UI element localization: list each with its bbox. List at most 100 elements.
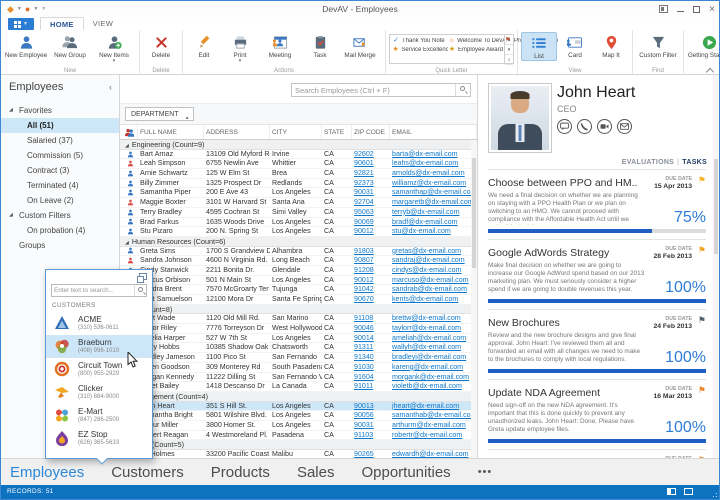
cell-zip-link[interactable]: 91011: [352, 382, 390, 391]
cell-zip-link[interactable]: 92602: [352, 150, 390, 159]
maximize-button[interactable]: [693, 6, 700, 13]
table-row[interactable]: Marcus Orbison501 N Main StLos AngelesCA…: [120, 276, 477, 286]
cell-email-link[interactable]: marcuso@dx-email.com: [390, 276, 477, 285]
cell-email-link[interactable]: arnolds@dx-email.com: [390, 169, 477, 178]
table-row[interactable]: Sandra Brent7570 McGroarty TerTujungaCA9…: [120, 285, 477, 295]
table-row[interactable]: Wally Hobbs10385 Shadow Oak DrChatsworth…: [120, 343, 477, 353]
cell-email-link[interactable]: arthurm@dx-email.com: [390, 421, 477, 430]
task-card-2[interactable]: Google AdWords StrategyDUE DATE28 Feb 20…: [488, 239, 706, 309]
grid-scrollbar[interactable]: [471, 140, 477, 458]
customer-item-ez-stop[interactable]: EZ Stop(626) 365-5633: [46, 427, 152, 450]
cell-zip-link[interactable]: 91311: [352, 343, 390, 352]
ribbon-tab-home[interactable]: HOME: [40, 17, 84, 30]
cell-email-link[interactable]: kents@dx-email.com: [390, 295, 477, 304]
sidebar-item-favorites[interactable]: ◢Favorites: [1, 103, 119, 118]
phone-button[interactable]: [577, 119, 592, 134]
cell-zip-link[interactable]: 90046: [352, 324, 390, 333]
cell-email-link[interactable]: leahs@dx-email.com: [390, 159, 477, 168]
cell-zip-link[interactable]: 90031: [352, 421, 390, 430]
group-row-sales-count-5-[interactable]: ◢Sales (Count=5): [120, 440, 477, 450]
palette-icon[interactable]: ●: [25, 5, 30, 14]
table-row[interactable]: Amelia Harper527 W 7th StLos AngelesCA90…: [120, 334, 477, 344]
service-excellence-item[interactable]: ★Service Excellence: [392, 45, 448, 54]
customer-item-clicker[interactable]: Clicker(310) 884-9000: [46, 381, 152, 404]
module-tab-employees[interactable]: Employees: [10, 464, 84, 481]
mail-merge-button[interactable]: Mail Merge: [338, 32, 382, 59]
cell-email-link[interactable]: sandraj@dx-email.com: [390, 256, 477, 265]
table-row[interactable]: Brett Wade1120 Old Mill Rd.San MarinoCA9…: [120, 314, 477, 324]
table-row[interactable]: Cindy Stanwick2211 Bonita Dr.GlendaleCA9…: [120, 266, 477, 276]
cell-email-link[interactable]: terryb@dx-email.com: [390, 208, 477, 217]
new-items-button[interactable]: New Items▼: [92, 32, 136, 63]
map-it-button[interactable]: Map It: [593, 32, 629, 59]
layout-split-icon[interactable]: [667, 488, 676, 495]
list-button[interactable]: List: [521, 32, 557, 61]
cell-zip-link[interactable]: 92373: [352, 179, 390, 188]
cell-email-link[interactable]: morgank@dx-email.com: [390, 373, 477, 382]
minimize-button[interactable]: [677, 11, 684, 12]
tab-tasks[interactable]: TASKS: [682, 159, 707, 166]
table-row[interactable]: Greta Sims1700 S Grandview Dr.AlhambraCA…: [120, 247, 477, 257]
table-row[interactable]: Bart Arnaz13109 Old Myford RdIrvineCA926…: [120, 150, 477, 160]
skin-icon[interactable]: ◆: [7, 5, 14, 14]
task-button[interactable]: Task: [302, 32, 338, 59]
open-window-icon[interactable]: [139, 273, 147, 280]
table-row[interactable]: John Heart351 S Hill St.Los AngelesCA900…: [120, 402, 477, 412]
cell-zip-link[interactable]: 90012: [352, 276, 390, 285]
ribbon-style-icon[interactable]: [659, 5, 668, 13]
table-row[interactable]: Robert Reagan4 Westmoreland Pl.PasadenaC…: [120, 431, 477, 441]
cell-zip-link[interactable]: 91103: [352, 431, 390, 440]
column-header-email[interactable]: EMAIL: [390, 125, 477, 139]
sidebar-item-commission-5-[interactable]: Commission (5): [1, 148, 119, 163]
ribbon-tab-view[interactable]: VIEW: [84, 17, 122, 30]
mail-button[interactable]: [617, 119, 632, 134]
cell-zip-link[interactable]: 91340: [352, 353, 390, 362]
cell-zip-link[interactable]: 95063: [352, 208, 390, 217]
table-row[interactable]: Samantha Bright5801 Wilshire Blvd.Los An…: [120, 411, 477, 421]
cell-email-link[interactable]: violetb@dx-email.com: [390, 382, 477, 391]
card-button[interactable]: Card: [557, 32, 593, 59]
cell-email-link[interactable]: stu@dx-email.com: [390, 227, 477, 236]
group-row-management-count-4-[interactable]: ◢Management (Count=4): [120, 392, 477, 402]
palette-dropdown-icon[interactable]: ▼: [33, 6, 38, 12]
new-employee-button[interactable]: New Employee: [4, 32, 48, 59]
thank-you-note-item[interactable]: ✓Thank You Note: [392, 36, 448, 45]
table-row[interactable]: Kent Samuelson12100 Mora DrSanta Fe Spri…: [120, 295, 477, 305]
cell-zip-link[interactable]: 91208: [352, 266, 390, 275]
meeting-button[interactable]: Meeting: [258, 32, 302, 59]
search-button[interactable]: [455, 84, 470, 96]
customer-item-e-mart[interactable]: E-Mart(847) 286-2500: [46, 404, 152, 427]
customize-columns-icon[interactable]: [120, 125, 138, 139]
cell-email-link[interactable]: taylorr@dx-email.com: [390, 324, 477, 333]
search-input[interactable]: [295, 84, 453, 96]
cell-email-link[interactable]: cindys@dx-email.com: [390, 266, 477, 275]
sidebar-item-on-leave-2-[interactable]: On Leave (2): [1, 193, 119, 208]
cell-email-link[interactable]: edwardh@dx-email.com: [390, 450, 477, 458]
module-tab-products[interactable]: Products: [211, 464, 270, 481]
popup-search-button[interactable]: [134, 285, 146, 296]
expander-icon[interactable]: ◢: [9, 208, 13, 223]
cell-email-link[interactable]: kareng@dx-email.com: [390, 363, 477, 372]
custom-filter-button[interactable]: Custom Filter: [636, 32, 680, 59]
collapse-ribbon-icon[interactable]: [707, 67, 713, 71]
expander-icon[interactable]: ◢: [125, 240, 129, 246]
cell-zip-link[interactable]: 91042: [352, 285, 390, 294]
cell-zip-link[interactable]: 90670: [352, 295, 390, 304]
cell-email-link[interactable]: samanthap@dx-email.com: [390, 188, 477, 197]
cell-email-link[interactable]: samanthab@dx-email.com: [390, 411, 477, 420]
gallery-down-icon[interactable]: ▼: [505, 45, 513, 55]
column-header-city[interactable]: CITY: [270, 125, 322, 139]
chat-button[interactable]: [557, 119, 572, 134]
new-group-button[interactable]: New Group: [48, 32, 92, 59]
cell-email-link[interactable]: ameliah@dx-email.com: [390, 334, 477, 343]
detail-scrollbar[interactable]: [713, 75, 719, 458]
cell-zip-link[interactable]: 92704: [352, 198, 390, 207]
module-tab-sales[interactable]: Sales: [297, 464, 335, 481]
delete-button[interactable]: Delete: [143, 32, 179, 59]
skin-dropdown-icon[interactable]: ▼: [17, 6, 22, 12]
gallery-more-icon[interactable]: ≡: [505, 55, 513, 65]
task-card-3[interactable]: New BrochuresDUE DATE24 Feb 2013⚑Review …: [488, 309, 706, 379]
cell-email-link[interactable]: sandrab@dx-email.com: [390, 285, 477, 294]
cell-zip-link[interactable]: 90013: [352, 402, 390, 411]
cell-email-link[interactable]: margaretb@dx-email.com: [390, 198, 477, 207]
